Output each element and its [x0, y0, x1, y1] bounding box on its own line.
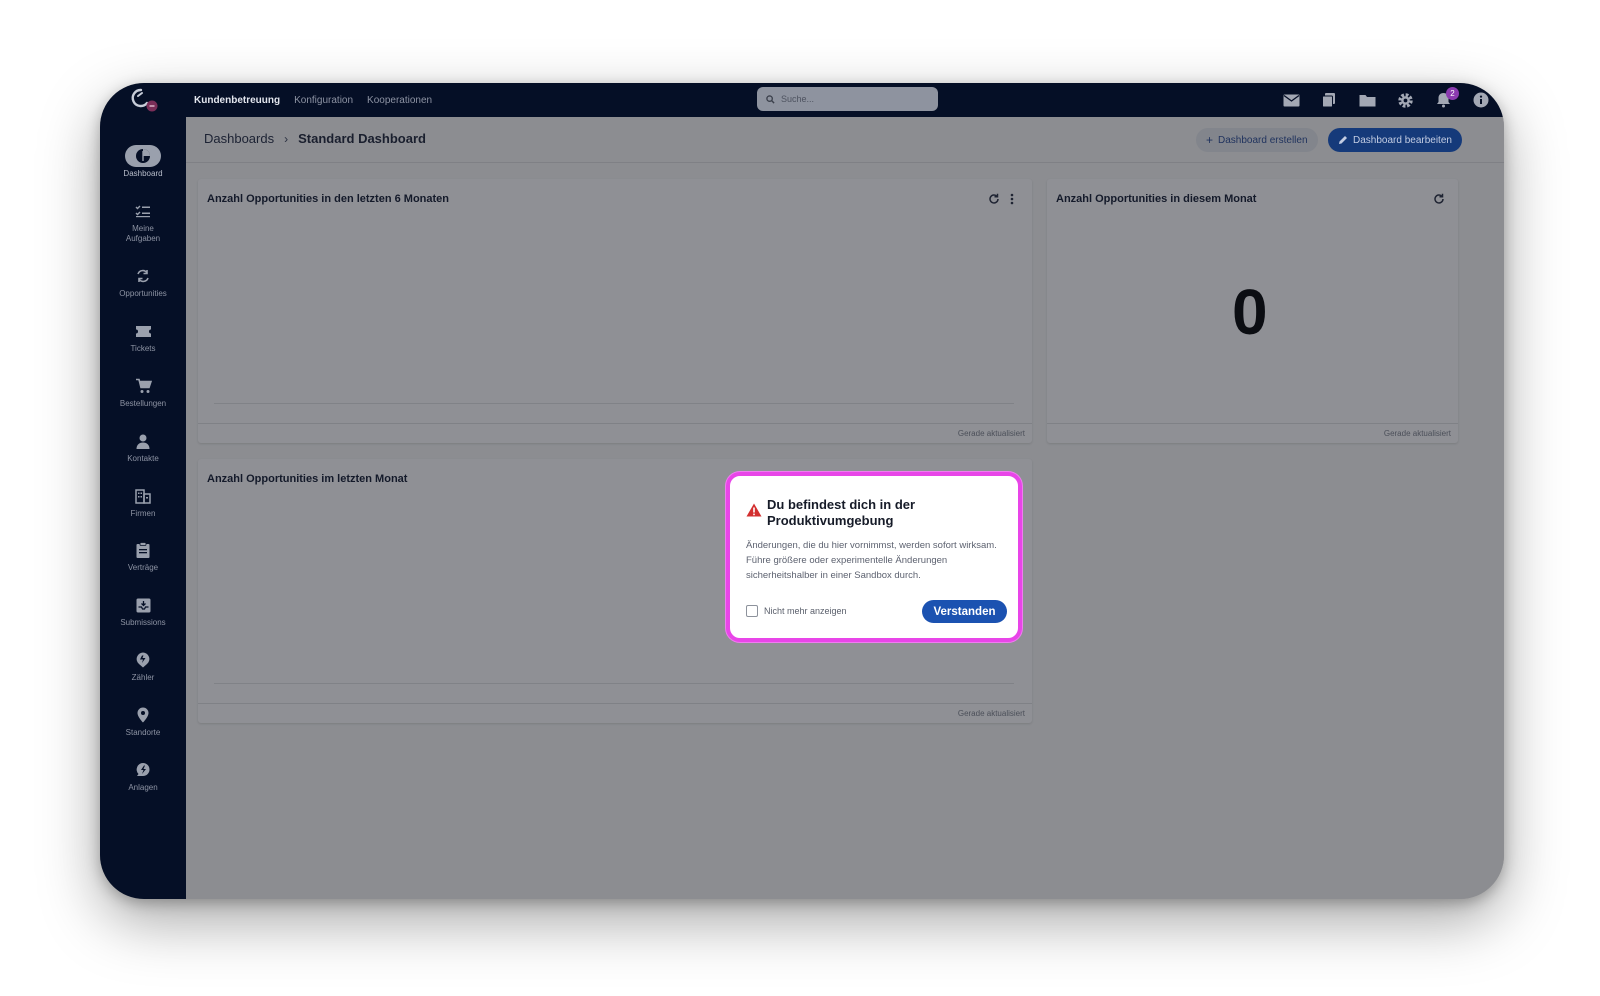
- refresh-arrows-icon: [125, 265, 161, 287]
- chevron-right-icon: ›: [284, 131, 289, 146]
- mail-icon[interactable]: [1282, 91, 1300, 109]
- app-logo-icon[interactable]: [128, 87, 158, 113]
- sidebar-item-label: Standorte: [125, 728, 161, 737]
- sidebar-item-label: Zähler: [131, 673, 155, 682]
- main-content: Dashboards › Standard Dashboard + Dashbo…: [186, 117, 1504, 899]
- sidebar-item-vertraege[interactable]: Verträge: [100, 539, 186, 573]
- location-pin-icon: [125, 704, 161, 726]
- ticket-icon: [125, 320, 161, 342]
- card-footer: Gerade aktualisiert: [198, 423, 1032, 443]
- top-navigation: Kundenbetreuung Konfiguration Kooperatio…: [194, 83, 432, 117]
- breadcrumb: Dashboards › Standard Dashboard: [204, 131, 426, 146]
- kpi-value: 0: [1232, 276, 1268, 348]
- meter-icon: [125, 649, 161, 671]
- gear-icon[interactable]: [1396, 91, 1414, 109]
- card-title: Anzahl Opportunities in den letzten 6 Mo…: [207, 193, 450, 205]
- refresh-icon[interactable]: [988, 193, 1000, 205]
- checklist-icon: [125, 200, 161, 222]
- page-header: Dashboards › Standard Dashboard + Dashbo…: [186, 117, 1504, 163]
- sidebar-item-label: Firmen: [130, 509, 156, 518]
- chart-axis: [214, 683, 1014, 684]
- cart-icon: [125, 375, 161, 397]
- sidebar-item-bestellungen[interactable]: Bestellungen: [100, 375, 186, 409]
- edit-dashboard-label: Dashboard bearbeiten: [1353, 134, 1452, 146]
- sidebar-item-label: Submissions: [120, 618, 166, 627]
- document-stack-icon[interactable]: [1320, 91, 1338, 109]
- sidebar-item-zaehler[interactable]: Zähler: [100, 649, 186, 683]
- chart-axis: [214, 403, 1014, 404]
- bell-icon[interactable]: 2: [1434, 87, 1459, 109]
- sidebar-item-opportunities[interactable]: Opportunities: [100, 265, 186, 299]
- top-bar: Kundenbetreuung Konfiguration Kooperatio…: [100, 83, 1504, 117]
- card-opportunities-this-month: Anzahl Opportunities in diesem Monat 0 G…: [1047, 179, 1458, 443]
- building-icon: [125, 485, 161, 507]
- sidebar-item-label: Kontakte: [127, 454, 159, 463]
- edit-dashboard-button[interactable]: Dashboard bearbeiten: [1328, 128, 1462, 152]
- topnav-kundenbetreuung[interactable]: Kundenbetreuung: [194, 95, 280, 106]
- sidebar-item-label: Opportunities: [119, 289, 167, 298]
- checkbox-label: Nicht mehr anzeigen: [764, 606, 847, 616]
- person-icon: [125, 430, 161, 452]
- inbox-icon: [125, 594, 161, 616]
- search-input[interactable]: [781, 94, 921, 104]
- sidebar-item-label: Dashboard: [123, 169, 163, 178]
- sidebar-item-anlagen[interactable]: Anlagen: [100, 759, 186, 793]
- card-footer: Gerade aktualisiert: [198, 703, 1032, 723]
- card-footer: Gerade aktualisiert: [1047, 423, 1458, 443]
- page-title: Standard Dashboard: [298, 131, 426, 146]
- search-icon: [766, 94, 775, 104]
- info-icon[interactable]: [1472, 91, 1490, 109]
- plus-icon: +: [1206, 133, 1214, 147]
- sidebar-item-meine-aufgaben[interactable]: Meine Aufgaben: [100, 200, 186, 244]
- sidebar-item-dashboard[interactable]: Dashboard: [100, 145, 186, 179]
- refresh-icon[interactable]: [1433, 193, 1445, 205]
- sidebar-item-kontakte[interactable]: Kontakte: [100, 430, 186, 464]
- create-dashboard-button[interactable]: + Dashboard erstellen: [1196, 128, 1318, 152]
- clipboard-icon: [125, 539, 161, 561]
- sidebar-item-label: Tickets: [130, 344, 156, 353]
- sidebar: Dashboard Meine Aufgaben Opportunities T…: [100, 117, 186, 899]
- sidebar-item-label: Bestellungen: [119, 399, 167, 408]
- sidebar-item-tickets[interactable]: Tickets: [100, 320, 186, 354]
- topnav-konfiguration[interactable]: Konfiguration: [294, 95, 353, 106]
- sidebar-item-label: Meine Aufgaben: [125, 224, 161, 243]
- dialog-message: Änderungen, die du hier vornimmst, werde…: [746, 540, 997, 581]
- card-title: Anzahl Opportunities im letzten Monat: [207, 473, 408, 485]
- card-opportunities-6-months: Anzahl Opportunities in den letzten 6 Mo…: [198, 179, 1032, 443]
- topnav-kooperationen[interactable]: Kooperationen: [367, 95, 432, 106]
- create-dashboard-label: Dashboard erstellen: [1218, 134, 1308, 146]
- plant-icon: [125, 759, 161, 781]
- production-warning-dialog: Du befindest dich in der Produktivumgebu…: [726, 472, 1022, 642]
- sidebar-item-firmen[interactable]: Firmen: [100, 485, 186, 519]
- card-actions: [1433, 193, 1445, 205]
- search-box[interactable]: [757, 87, 938, 111]
- card-actions: [988, 193, 1014, 205]
- checkbox-box[interactable]: [746, 605, 758, 617]
- dont-show-again-checkbox[interactable]: Nicht mehr anzeigen: [746, 605, 847, 617]
- sidebar-item-label: Anlagen: [128, 783, 158, 792]
- folder-icon[interactable]: [1358, 91, 1376, 109]
- top-actions: 2: [1282, 83, 1490, 117]
- breadcrumb-dashboards[interactable]: Dashboards: [204, 131, 274, 146]
- card-title: Anzahl Opportunities in diesem Monat: [1056, 193, 1257, 205]
- confirm-button[interactable]: Verstanden: [922, 600, 1007, 623]
- dashboard-icon: [125, 145, 161, 167]
- sidebar-item-label: Verträge: [127, 563, 159, 572]
- notification-badge: 2: [1446, 87, 1459, 100]
- app-window: Kundenbetreuung Konfiguration Kooperatio…: [100, 83, 1504, 899]
- dialog-title: Du befindest dich in der Produktivumgebu…: [767, 497, 916, 528]
- pencil-icon: [1339, 136, 1347, 144]
- sidebar-item-submissions[interactable]: Submissions: [100, 594, 186, 628]
- warning-icon: [746, 503, 762, 517]
- sidebar-item-standorte[interactable]: Standorte: [100, 704, 186, 738]
- more-vertical-icon[interactable]: [1010, 193, 1014, 205]
